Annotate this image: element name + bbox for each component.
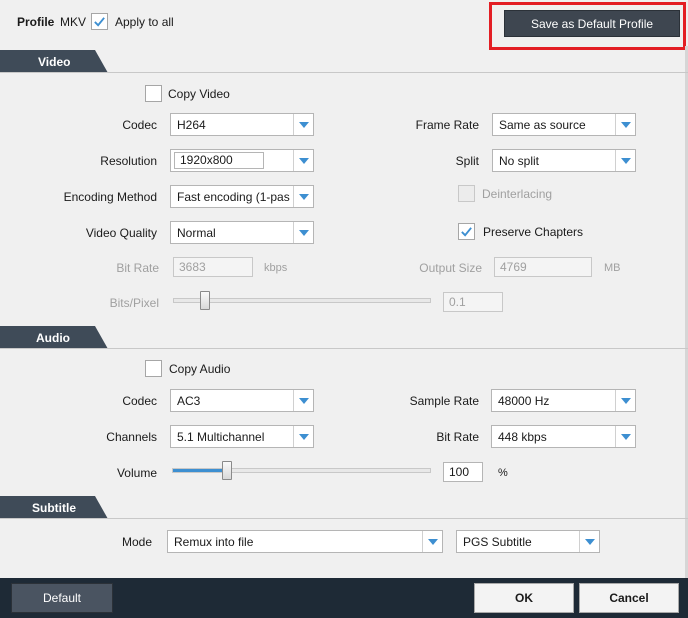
frame-rate-value: Same as source <box>499 117 586 132</box>
cancel-button[interactable]: Cancel <box>579 583 679 613</box>
chevron-down-icon[interactable] <box>579 531 599 552</box>
chevron-down-icon[interactable] <box>615 426 635 447</box>
video-codec-select[interactable]: H264 <box>170 113 314 136</box>
channels-value: 5.1 Multichannel <box>177 429 265 444</box>
copy-audio-checkbox[interactable] <box>145 360 162 377</box>
encoding-method-value: Fast encoding (1-pas <box>177 189 290 204</box>
video-quality-select[interactable]: Normal <box>170 221 314 244</box>
chevron-down-icon[interactable] <box>293 186 313 207</box>
volume-slider-fill <box>173 469 227 472</box>
deinterlacing-label: Deinterlacing <box>482 187 553 201</box>
output-size-input[interactable]: 4769 <box>494 257 592 277</box>
chevron-down-icon[interactable] <box>293 426 313 447</box>
output-size-label: Output Size <box>419 261 482 275</box>
sample-rate-select[interactable]: 48000 Hz <box>491 389 636 412</box>
check-icon <box>461 227 472 237</box>
subtitle-section-header: Subtitle <box>0 496 108 519</box>
video-bit-rate-input[interactable]: 3683 <box>173 257 253 277</box>
copy-video-checkbox[interactable] <box>145 85 162 102</box>
check-icon <box>94 17 105 27</box>
audio-codec-select[interactable]: AC3 <box>170 389 314 412</box>
video-quality-label: Video Quality <box>85 226 157 240</box>
chevron-down-icon[interactable] <box>615 390 635 411</box>
audio-bit-rate-label: Bit Rate <box>436 430 479 444</box>
video-section-header: Video <box>0 50 108 73</box>
video-bit-rate-unit: kbps <box>264 262 288 274</box>
copy-video-label: Copy Video <box>168 87 230 101</box>
chevron-down-icon[interactable] <box>422 531 442 552</box>
video-section-line <box>0 72 688 73</box>
channels-select[interactable]: 5.1 Multichannel <box>170 425 314 448</box>
video-codec-value: H264 <box>177 117 206 132</box>
volume-slider-track[interactable] <box>172 468 431 473</box>
default-button[interactable]: Default <box>11 583 113 613</box>
bits-pixel-slider-track[interactable] <box>173 298 431 303</box>
split-value: No split <box>499 153 540 168</box>
audio-bit-rate-value: 448 kbps <box>498 429 547 444</box>
subtitle-mode-select[interactable]: Remux into file <box>167 530 443 553</box>
profile-format: MKV <box>60 15 87 29</box>
chevron-down-icon[interactable] <box>615 114 635 135</box>
resolution-combo[interactable]: 1920x800 <box>170 149 314 172</box>
volume-label: Volume <box>116 466 157 480</box>
subtitle-mode-value: Remux into file <box>174 534 254 549</box>
chevron-down-icon[interactable] <box>293 150 313 171</box>
split-select[interactable]: No split <box>492 149 636 172</box>
bits-pixel-slider-thumb[interactable] <box>200 291 210 310</box>
volume-unit: % <box>498 467 508 479</box>
video-quality-value: Normal <box>177 225 216 240</box>
volume-slider-thumb[interactable] <box>222 461 232 480</box>
apply-to-all-label: Apply to all <box>115 15 174 29</box>
audio-section-line <box>0 348 688 349</box>
deinterlacing-checkbox[interactable] <box>458 185 475 202</box>
channels-label: Channels <box>106 430 157 444</box>
resolution-value[interactable]: 1920x800 <box>174 152 264 169</box>
frame-rate-label: Frame Rate <box>415 118 479 132</box>
bits-pixel-label: Bits/Pixel <box>109 296 159 310</box>
video-codec-label: Codec <box>122 118 157 132</box>
audio-codec-value: AC3 <box>177 393 201 408</box>
bits-pixel-input[interactable]: 0.1 <box>443 292 503 312</box>
sample-rate-label: Sample Rate <box>409 394 479 408</box>
chevron-down-icon[interactable] <box>293 222 313 243</box>
subtitle-format-value: PGS Subtitle <box>463 534 532 549</box>
frame-rate-select[interactable]: Same as source <box>492 113 636 136</box>
preserve-chapters-checkbox[interactable] <box>458 223 475 240</box>
audio-codec-label: Codec <box>122 394 157 408</box>
resolution-label: Resolution <box>100 154 157 168</box>
volume-input[interactable]: 100 <box>443 462 483 482</box>
split-label: Split <box>455 154 479 168</box>
chevron-down-icon[interactable] <box>293 390 313 411</box>
encoding-method-label: Encoding Method <box>63 190 157 204</box>
subtitle-section-line <box>0 518 688 519</box>
encoding-method-select[interactable]: Fast encoding (1-pas <box>170 185 314 208</box>
preserve-chapters-label: Preserve Chapters <box>483 225 584 239</box>
subtitle-format-select[interactable]: PGS Subtitle <box>456 530 600 553</box>
apply-to-all-checkbox[interactable] <box>91 13 108 30</box>
subtitle-mode-label: Mode <box>121 535 152 549</box>
sample-rate-value: 48000 Hz <box>498 393 550 408</box>
chevron-down-icon[interactable] <box>293 114 313 135</box>
save-as-default-profile-button[interactable]: Save as Default Profile <box>504 10 680 37</box>
ok-button[interactable]: OK <box>474 583 574 613</box>
video-bit-rate-label: Bit Rate <box>116 261 159 275</box>
output-size-unit: MB <box>604 262 621 274</box>
audio-section-header: Audio <box>0 326 108 349</box>
chevron-down-icon[interactable] <box>615 150 635 171</box>
audio-bit-rate-select[interactable]: 448 kbps <box>491 425 636 448</box>
copy-audio-label: Copy Audio <box>169 362 231 376</box>
profile-label: Profile <box>17 15 55 29</box>
